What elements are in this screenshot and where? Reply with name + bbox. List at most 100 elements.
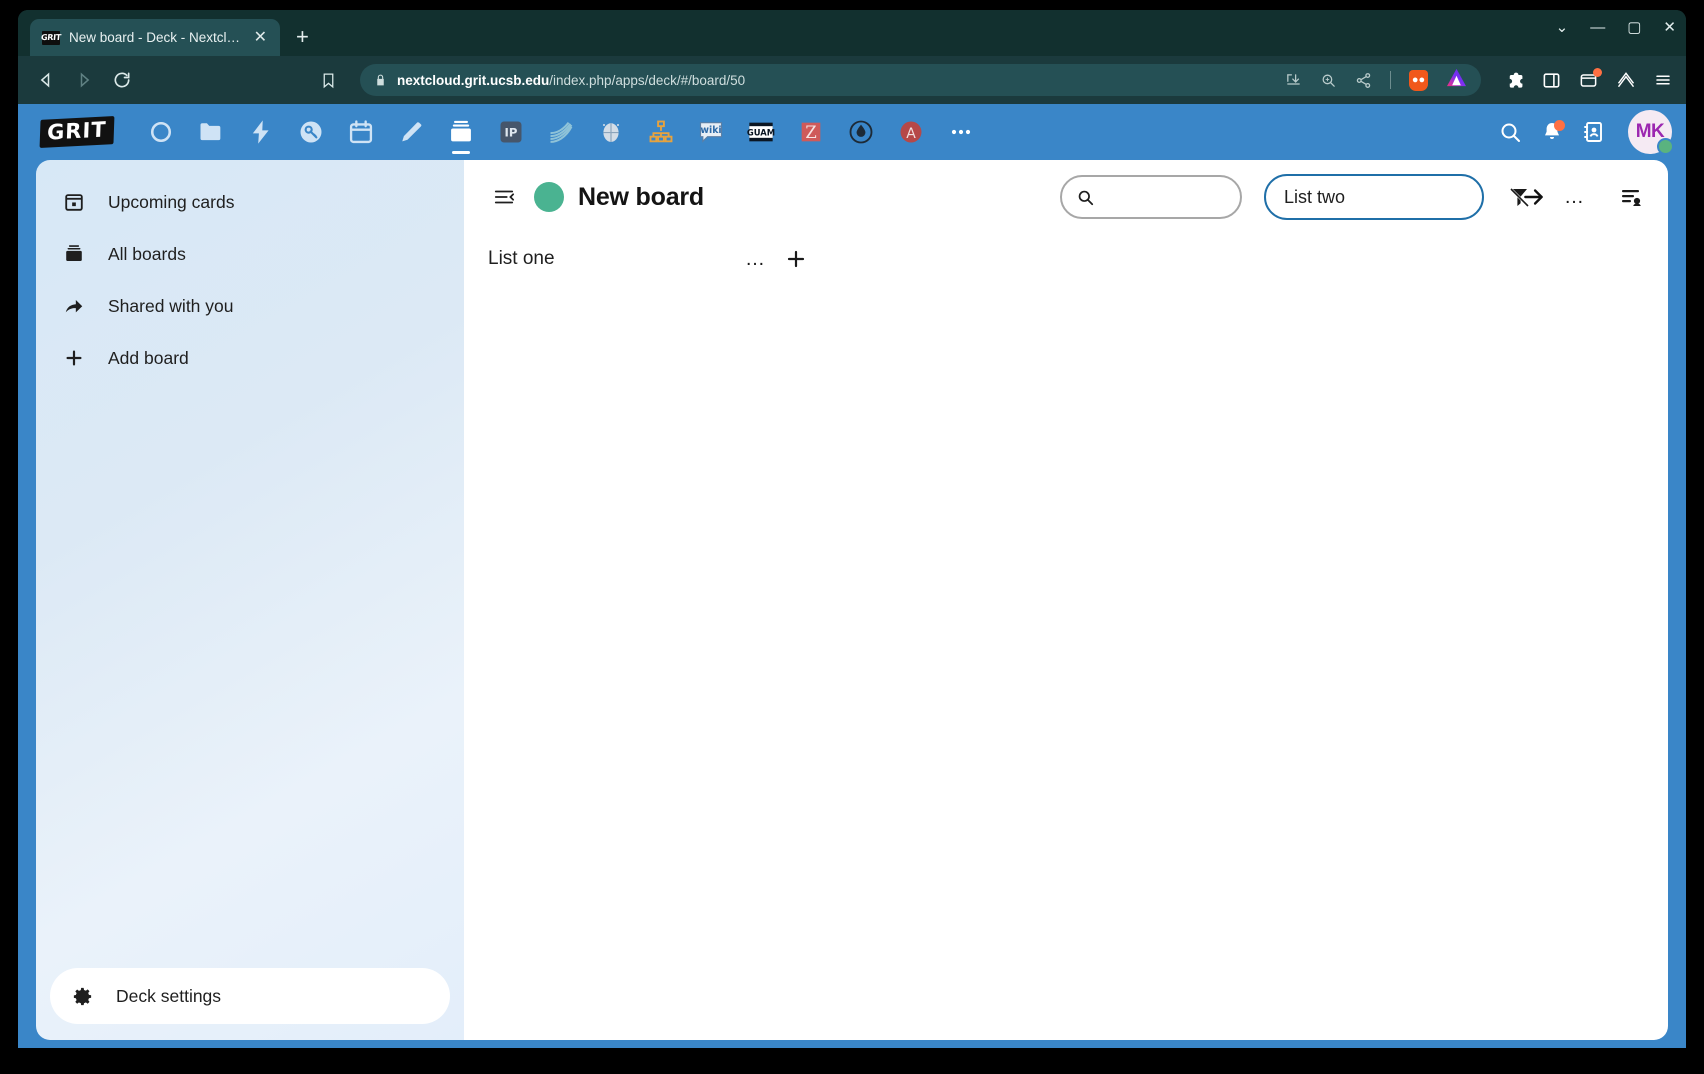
- plus-icon: [62, 347, 86, 369]
- sidebar-label: Add board: [108, 347, 189, 368]
- sidebar-items: Upcoming cards All boards Shared with yo…: [36, 160, 464, 384]
- reload-icon[interactable]: [108, 66, 136, 94]
- search-icon[interactable]: [1498, 120, 1522, 144]
- deck-settings-button[interactable]: Deck settings: [50, 968, 450, 1024]
- new-tab-button[interactable]: +: [296, 26, 309, 48]
- avatar[interactable]: MK: [1628, 110, 1674, 155]
- add-card-icon[interactable]: [776, 239, 816, 279]
- favicon-text: GRIT: [40, 33, 62, 42]
- browser-tab[interactable]: GRIT New board - Deck - Nextcloud ✕: [30, 19, 280, 56]
- nav-app-more[interactable]: [936, 107, 986, 157]
- nav-app-guam[interactable]: GUAM: [736, 107, 786, 157]
- browser-toolbar: nextcloud.grit.ucsb.edu/index.php/apps/d…: [18, 56, 1686, 104]
- nav-app-zotero[interactable]: Z: [786, 107, 836, 157]
- nav-app-org-chart[interactable]: [636, 107, 686, 157]
- url-path: /index.php/apps/deck/#/board/50: [549, 72, 746, 88]
- minimize-icon[interactable]: —: [1590, 20, 1605, 35]
- brave-shields-icon[interactable]: ●●: [1409, 69, 1428, 91]
- search-input[interactable]: [1105, 188, 1226, 206]
- browser-window: GRIT New board - Deck - Nextcloud ✕ + ⌄ …: [18, 10, 1686, 1048]
- collapse-sidebar-icon[interactable]: [488, 182, 520, 212]
- profile-icon-wrap: [1579, 67, 1602, 90]
- logo-text: GRIT: [39, 116, 115, 148]
- url-domain: nextcloud.grit.ucsb.edu: [397, 72, 550, 88]
- deck-sidebar: Upcoming cards All boards Shared with yo…: [36, 160, 464, 1040]
- browser-actions: [1499, 67, 1672, 90]
- sidebar-item-shared-with-you[interactable]: Shared with you: [46, 280, 454, 332]
- browser-menu-icon[interactable]: [1654, 71, 1672, 89]
- install-app-icon[interactable]: [1285, 72, 1302, 89]
- nav-app-files[interactable]: [186, 107, 236, 157]
- svg-text:A: A: [906, 126, 916, 142]
- grit-favicon: GRIT: [40, 30, 62, 45]
- nav-app-deck[interactable]: [436, 107, 486, 157]
- maximize-icon[interactable]: ▢: [1627, 20, 1641, 35]
- nextcloud-page: GRIT IP wiki GUAM Z A MK Upcoming cards …: [18, 104, 1686, 1048]
- address-bar[interactable]: nextcloud.grit.ucsb.edu/index.php/apps/d…: [360, 64, 1481, 96]
- brave-rewards-icon[interactable]: [1616, 70, 1636, 90]
- online-status-dot: [1657, 138, 1674, 155]
- sidebar-item-add-board[interactable]: Add board: [46, 332, 454, 384]
- notifications-badge: [1554, 120, 1565, 131]
- forward-icon[interactable]: [70, 66, 98, 94]
- stack-menu-icon[interactable]: …: [736, 239, 776, 279]
- stack-title: List one: [488, 248, 555, 269]
- close-window-icon[interactable]: ✕: [1663, 20, 1676, 35]
- board-stacks: List one …: [464, 230, 1668, 282]
- nav-app-flame[interactable]: [836, 107, 886, 157]
- nav-app-ip-manager[interactable]: IP: [486, 107, 536, 157]
- contacts-icon[interactable]: [1582, 120, 1606, 144]
- nav-app-dashboard[interactable]: [136, 107, 186, 157]
- profile-badge: [1593, 67, 1602, 77]
- app-navigation: IP wiki GUAM Z A: [136, 107, 1498, 157]
- list-tabs-icon[interactable]: ⌄: [1556, 20, 1569, 35]
- nav-app-calendar[interactable]: [336, 107, 386, 157]
- grit-logo[interactable]: GRIT: [36, 116, 118, 148]
- board-header: New board List two …: [464, 160, 1668, 230]
- board-details-icon[interactable]: [1610, 176, 1652, 218]
- zoom-icon[interactable]: [1320, 72, 1337, 89]
- share-arrow-icon: [62, 295, 86, 317]
- svg-text:wiki: wiki: [700, 125, 721, 136]
- brave-leo-icon[interactable]: [1446, 68, 1467, 92]
- new-list-input-wrap[interactable]: [1264, 174, 1543, 220]
- sidebar-item-upcoming-cards[interactable]: Upcoming cards: [46, 176, 454, 228]
- nav-app-waves[interactable]: [536, 107, 586, 157]
- board-content: New board List two … List one …: [464, 160, 1668, 1040]
- nav-app-globe[interactable]: [586, 107, 636, 157]
- nav-app-analytics[interactable]: A: [886, 107, 936, 157]
- toolbar-divider: [1390, 71, 1391, 89]
- back-icon[interactable]: [32, 66, 60, 94]
- board-menu-icon[interactable]: …: [1554, 176, 1596, 218]
- extensions-icon[interactable]: [1505, 71, 1524, 90]
- svg-text:Z: Z: [805, 123, 816, 142]
- svg-text:GUAM: GUAM: [747, 128, 775, 138]
- deck-settings-label: Deck settings: [116, 985, 222, 1006]
- stack-header: List one …: [488, 236, 816, 282]
- sidebar-label: Upcoming cards: [108, 191, 235, 212]
- window-controls: ⌄ — ▢ ✕: [1556, 20, 1676, 35]
- url-text: nextcloud.grit.ucsb.edu/index.php/apps/d…: [397, 73, 1275, 88]
- tab-title: New board - Deck - Nextcloud: [69, 30, 242, 45]
- nav-app-passwords[interactable]: [286, 107, 336, 157]
- deck-icon: [62, 243, 86, 265]
- sidebar-label: All boards: [108, 243, 186, 264]
- address-bar-icons: ●●: [1285, 68, 1473, 92]
- header-actions: MK: [1498, 110, 1674, 155]
- search-cards-box[interactable]: [1060, 175, 1242, 219]
- close-tab-icon[interactable]: ✕: [251, 28, 270, 48]
- notifications-wrap: [1540, 120, 1565, 144]
- nav-app-activity[interactable]: [236, 107, 286, 157]
- sidebar-toggle-icon[interactable]: [1542, 71, 1561, 90]
- bookmark-icon[interactable]: [314, 66, 342, 94]
- filter-icon[interactable]: [1498, 176, 1540, 218]
- stack-menu-dots: …: [745, 248, 767, 270]
- nav-app-wiki[interactable]: wiki: [686, 107, 736, 157]
- gear-icon: [70, 985, 94, 1008]
- share-icon[interactable]: [1355, 72, 1372, 89]
- sidebar-item-all-boards[interactable]: All boards: [46, 228, 454, 280]
- calendar-icon: [62, 191, 86, 213]
- new-list-input[interactable]: [1284, 186, 1516, 208]
- tab-strip: GRIT New board - Deck - Nextcloud ✕ + ⌄ …: [18, 10, 1686, 56]
- nav-app-notes[interactable]: [386, 107, 436, 157]
